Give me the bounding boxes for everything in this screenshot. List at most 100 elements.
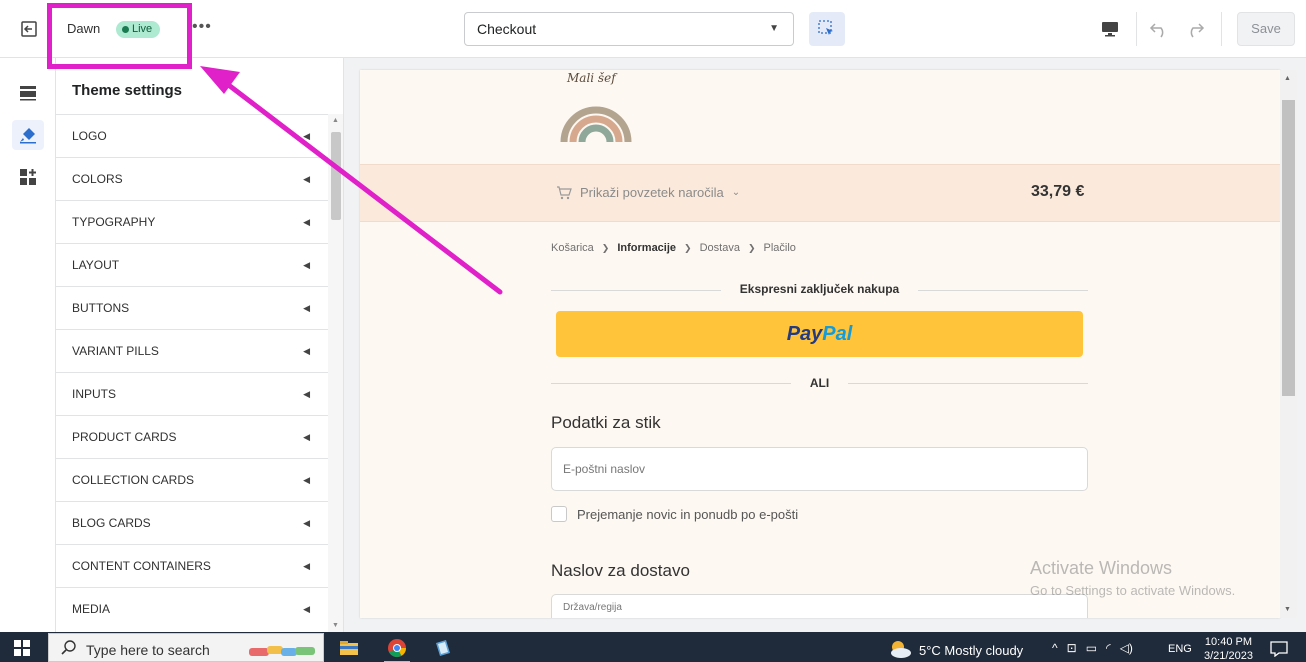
caret-left-icon: ◀ [303, 604, 310, 614]
scroll-down-icon[interactable]: ▼ [1284, 606, 1291, 613]
settings-item-label: VARIANT PILLS [72, 344, 159, 358]
meet-now-icon[interactable]: ⊡ [1067, 641, 1077, 655]
caret-left-icon: ◀ [303, 389, 310, 399]
taskbar-chrome[interactable] [384, 636, 410, 662]
weather-cloudy-icon[interactable] [887, 639, 913, 659]
settings-item-label: PRODUCT CARDS [72, 430, 177, 444]
folder-icon [340, 641, 358, 655]
newsletter-checkbox[interactable] [551, 506, 567, 522]
cart-icon [557, 185, 572, 199]
breadcrumb-information: Informacije [617, 242, 677, 254]
battery-icon[interactable]: ▭ [1086, 641, 1097, 655]
caret-left-icon: ◀ [303, 518, 310, 528]
country-select[interactable]: Država/regija [551, 594, 1088, 618]
paypal-logo-pal: Pal [822, 323, 853, 345]
order-summary-toggle[interactable]: Prikaži povzetek naročila ⌄ [556, 185, 740, 200]
activate-windows-title: Activate Windows [1030, 558, 1173, 578]
country-select-label: Država/regija [563, 602, 622, 613]
taskbar-search-box[interactable]: Type here to search [48, 633, 324, 662]
settings-item-content-containers[interactable]: CONTENT CONTAINERS ◀ [56, 544, 328, 587]
order-summary-label: Prikaži povzetek naročila [580, 185, 724, 200]
toolbar-divider [1136, 12, 1137, 46]
caret-left-icon: ◀ [303, 260, 310, 270]
settings-item-buttons[interactable]: BUTTONS ◀ [56, 286, 328, 329]
panel-scrollbar[interactable]: ▲ ▼ [328, 114, 343, 632]
panel-title: Theme settings [72, 82, 183, 99]
weather-text[interactable]: 5°C Mostly cloudy [919, 643, 1023, 658]
apps-icon [20, 169, 36, 185]
chevron-down-icon: ▼ [769, 23, 779, 34]
scroll-up-icon[interactable]: ▲ [1284, 75, 1291, 82]
settings-item-logo[interactable]: LOGO ◀ [56, 114, 328, 157]
search-highlight-art [249, 646, 315, 656]
editor-nav-rail [0, 58, 56, 632]
settings-item-inputs[interactable]: INPUTS ◀ [56, 372, 328, 415]
settings-item-typography[interactable]: TYPOGRAPHY ◀ [56, 200, 328, 243]
settings-list: LOGO ◀ COLORS ◀ TYPOGRAPHY ◀ LAYOUT ◀ BUTTON… [56, 114, 328, 630]
paint-brush-icon [20, 128, 36, 144]
breadcrumb-cart[interactable]: Košarica [551, 242, 594, 254]
desktop-icon [1102, 22, 1118, 37]
chevron-down-icon: ⌄ [731, 187, 741, 198]
settings-item-label: LOGO [72, 129, 107, 143]
input-language[interactable]: ENG [1168, 643, 1192, 655]
settings-item-label: BLOG CARDS [72, 516, 151, 530]
app-embeds-nav-button[interactable] [12, 162, 44, 192]
order-summary-bar[interactable]: Prikaži povzetek naročila ⌄ 33,79 € [360, 164, 1280, 222]
settings-item-product-cards[interactable]: PRODUCT CARDS ◀ [56, 415, 328, 458]
paypal-button[interactable]: PayPal [556, 311, 1083, 357]
activate-windows-hint: Go to Settings to activate Windows. [1030, 583, 1236, 598]
sections-nav-button[interactable] [12, 78, 44, 108]
redo-button[interactable] [1180, 16, 1208, 42]
exit-editor-button[interactable] [14, 17, 44, 41]
paypal-logo-pay: Pay [786, 323, 823, 345]
taskbar-file-explorer[interactable] [336, 636, 362, 660]
undo-icon [1149, 23, 1164, 38]
scroll-down-icon[interactable]: ▼ [332, 622, 339, 629]
page-template-select-value: Checkout [477, 21, 537, 37]
email-input[interactable]: E-poštni naslov [551, 447, 1088, 491]
settings-item-collection-cards[interactable]: COLLECTION CARDS ◀ [56, 458, 328, 501]
sections-icon [20, 86, 36, 101]
clock-time: 10:40 PM [1204, 636, 1253, 648]
inspector-toggle-button[interactable] [809, 12, 845, 46]
checkout-breadcrumb: Košarica ❯ Informacije ❯ Dostava ❯ Plačilo [551, 242, 796, 254]
taskbar-notes-app[interactable] [430, 636, 456, 660]
save-button[interactable]: Save [1237, 12, 1295, 46]
checkout-preview: Mali šef Prikaži povzetek naročila ⌄ 33,… [360, 70, 1280, 618]
caret-left-icon: ◀ [303, 174, 310, 184]
theme-settings-panel: Theme settings LOGO ◀ COLORS ◀ TYPOGRAPHY ◀… [56, 58, 344, 632]
store-logo-text: Mali šef [567, 71, 616, 85]
caret-left-icon: ◀ [303, 475, 310, 485]
taskbar-search-placeholder: Type here to search [86, 642, 210, 658]
scrollbar-thumb[interactable] [331, 132, 341, 220]
tray-overflow-chevron-icon[interactable]: ^ [1052, 641, 1058, 655]
more-actions-button[interactable]: ••• [192, 18, 212, 36]
scroll-up-icon[interactable]: ▲ [332, 117, 339, 124]
toolbar-divider [1221, 12, 1222, 46]
volume-icon[interactable]: ◁) [1120, 641, 1133, 655]
settings-item-variant-pills[interactable]: VARIANT PILLS ◀ [56, 329, 328, 372]
settings-item-blog-cards[interactable]: BLOG CARDS ◀ [56, 501, 328, 544]
scrollbar-thumb[interactable] [1282, 100, 1295, 396]
theme-settings-nav-button[interactable] [12, 120, 44, 150]
contact-section-title: Podatki za stik [551, 413, 661, 432]
select-cursor-icon [818, 20, 833, 35]
newsletter-label: Prejemanje novic in ponudb po e-pošti [577, 506, 799, 522]
notes-app-icon [436, 640, 450, 656]
notification-center-icon[interactable] [1270, 641, 1288, 657]
caret-left-icon: ◀ [303, 131, 310, 141]
screen: Dawn Live ••• Checkout ▼ Save Theme sett… [0, 0, 1306, 662]
windows-start-icon[interactable] [14, 640, 30, 656]
settings-item-colors[interactable]: COLORS ◀ [56, 157, 328, 200]
wifi-icon[interactable]: ◜ [1106, 641, 1111, 655]
express-checkout-label: Ekspresni zaključek nakupa [739, 282, 900, 296]
settings-item-media[interactable]: MEDIA ◀ [56, 587, 328, 630]
preview-scrollbar[interactable]: ▲ ▼ [1280, 70, 1297, 618]
page-template-select[interactable]: Checkout ▼ [464, 12, 794, 46]
undo-button[interactable] [1146, 16, 1174, 42]
settings-item-layout[interactable]: LAYOUT ◀ [56, 243, 328, 286]
newsletter-option[interactable]: Prejemanje novic in ponudb po e-pošti [551, 506, 798, 522]
device-preview-button[interactable] [1096, 16, 1124, 42]
taskbar-clock[interactable]: 10:40 PM 3/21/2023 [1204, 635, 1253, 662]
